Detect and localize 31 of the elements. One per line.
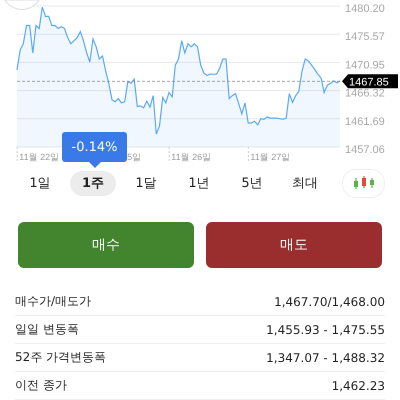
stat-label: 이전 종가 [15,377,67,394]
stat-label: 52주 가격변동폭 [15,349,106,366]
stat-value: 1,347.07 - 1,488.32 [266,350,385,364]
period-tab[interactable]: 5년 [229,170,275,196]
period-tab[interactable]: 최대 [282,170,328,196]
stat-value: 1,462.23 [332,378,385,392]
axis-tick-label: 1475.57 [345,31,385,44]
axis-tick-label: 1461.69 [345,116,385,128]
sell-button[interactable]: 매도 [206,222,382,268]
axis-tick-label: 1457.06 [345,144,385,156]
change-tooltip: -0.14% [62,132,127,168]
axis-tick-label: 1466.32 [345,88,385,100]
axis-tick-label: 1480.20 [345,3,385,15]
stat-label: 매수가/매도가 [15,293,92,310]
buy-button[interactable]: 매수 [18,222,194,268]
period-tab[interactable]: 1달 [123,170,169,196]
date-label: 11월 27일 [250,152,290,162]
ref-line-label: 1467.85 [349,76,389,88]
period-tab[interactable]: 1주 [70,170,116,196]
period-tab[interactable]: 1년 [176,170,222,196]
stat-value: 1,455.93 - 1,475.55 [266,322,385,336]
date-label: 11월 26일 [171,152,212,162]
stat-value: 1,467.70/1,468.00 [274,294,385,308]
date-label: 5일 [127,152,142,162]
price-tag: 1467.85 [342,74,398,88]
axis-tick-label: 1470.95 [345,59,385,72]
period-tab[interactable]: 1일 [17,170,63,196]
candlestick-icon [352,176,374,190]
candlestick-button[interactable] [342,168,385,198]
date-label: 11월 22일 [19,152,60,162]
stat-label: 일일 변동폭 [15,321,79,338]
